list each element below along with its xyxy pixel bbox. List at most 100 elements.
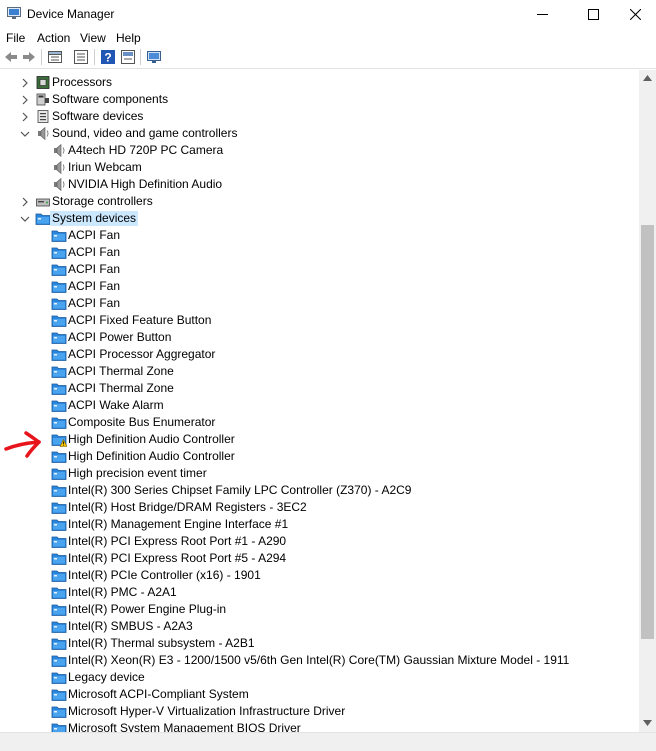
expand-arrow-icon[interactable] [20, 213, 30, 223]
tree-device-row[interactable]: ACPI Processor Aggregator [0, 346, 639, 363]
tree-device-row[interactable]: Microsoft ACPI-Compliant System [0, 686, 639, 703]
collapse-arrow-icon[interactable] [20, 94, 30, 105]
tree-device-row[interactable]: ACPI Fan [0, 261, 639, 278]
tree-device-row[interactable]: ACPI Thermal Zone [0, 380, 639, 397]
properties-sheet-icon[interactable] [47, 49, 63, 65]
tree-device-row[interactable]: High Definition Audio Controller [0, 448, 639, 465]
tree-category-row[interactable]: Processors [0, 74, 639, 91]
tree-row-label[interactable]: ACPI Power Button [66, 330, 173, 345]
tree-row-label[interactable]: ACPI Fan [66, 245, 122, 260]
expand-arrow-icon[interactable] [20, 128, 30, 138]
tree-row-label[interactable]: Software components [50, 92, 170, 107]
tree-device-row[interactable]: Intel(R) SMBUS - A2A3 [0, 618, 639, 635]
tree-device-row[interactable]: Intel(R) Xeon(R) E3 - 1200/1500 v5/6th G… [0, 652, 639, 669]
tree-device-row[interactable]: Composite Bus Enumerator [0, 414, 639, 431]
tree-row-label[interactable]: Intel(R) Host Bridge/DRAM Registers - 3E… [66, 500, 309, 515]
tree-device-row[interactable]: ACPI Wake Alarm [0, 397, 639, 414]
tree-row-label[interactable]: Intel(R) PCI Express Root Port #1 - A290 [66, 534, 288, 549]
tree-row-label[interactable]: Composite Bus Enumerator [66, 415, 217, 430]
tree-row-label[interactable]: Intel(R) SMBUS - A2A3 [66, 619, 195, 634]
menu-view[interactable]: View [80, 31, 106, 45]
tree-row-label[interactable]: Legacy device [66, 670, 147, 685]
tree-device-row[interactable]: Intel(R) PMC - A2A1 [0, 584, 639, 601]
tree-device-row[interactable]: High Definition Audio Controller [0, 431, 639, 448]
tree-row-label[interactable]: Microsoft Hyper-V Virtualization Infrast… [66, 704, 347, 719]
device-tree[interactable]: Processors Software components Software de… [0, 74, 639, 732]
collapse-arrow-icon[interactable] [20, 77, 30, 88]
tree-row-label[interactable]: ACPI Fixed Feature Button [66, 313, 213, 328]
tree-device-row[interactable]: Intel(R) PCI Express Root Port #5 - A294 [0, 550, 639, 567]
tree-category-row[interactable]: Software devices [0, 108, 639, 125]
scroll-up-icon[interactable] [643, 75, 652, 81]
menu-help[interactable]: Help [116, 31, 141, 45]
tree-device-row[interactable]: ACPI Fan [0, 295, 639, 312]
tree-device-row[interactable]: Intel(R) Host Bridge/DRAM Registers - 3E… [0, 499, 639, 516]
tree-device-row[interactable]: Intel(R) Power Engine Plug-in [0, 601, 639, 618]
tree-row-label[interactable]: Sound, video and game controllers [50, 126, 239, 141]
tree-device-row[interactable]: ACPI Fan [0, 227, 639, 244]
tree-device-row[interactable]: Legacy device [0, 669, 639, 686]
tree-row-label[interactable]: Intel(R) PCIe Controller (x16) - 1901 [66, 568, 263, 583]
tree-row-label[interactable]: ACPI Thermal Zone [66, 381, 176, 396]
tree-row-label[interactable]: Intel(R) Power Engine Plug-in [66, 602, 228, 617]
tree-row-label[interactable]: Storage controllers [50, 194, 155, 209]
tree-row-label[interactable]: A4tech HD 720P PC Camera [66, 143, 225, 158]
tree-device-row[interactable]: Intel(R) 300 Series Chipset Family LPC C… [0, 482, 639, 499]
tree-row-label[interactable]: ACPI Fan [66, 296, 122, 311]
monitor-icon[interactable] [146, 49, 162, 65]
tree-device-row[interactable]: Iriun Webcam [0, 159, 639, 176]
forward-icon[interactable] [21, 49, 37, 65]
tree-row-label[interactable]: Microsoft System Management BIOS Driver [66, 721, 303, 732]
menu-action[interactable]: Action [37, 31, 70, 45]
refresh-icon[interactable] [120, 49, 136, 65]
tree-device-row[interactable]: High precision event timer [0, 465, 639, 482]
tree-row-label[interactable]: High precision event timer [66, 466, 209, 481]
tree-row-label[interactable]: Processors [50, 75, 114, 90]
scrollbar-thumb[interactable] [641, 225, 654, 639]
tree-row-label[interactable]: Intel(R) PMC - A2A1 [66, 585, 179, 600]
tree-device-row[interactable]: ACPI Power Button [0, 329, 639, 346]
scroll-down-icon[interactable] [643, 720, 652, 726]
tree-device-row[interactable]: A4tech HD 720P PC Camera [0, 142, 639, 159]
tree-device-row[interactable]: Microsoft Hyper-V Virtualization Infrast… [0, 703, 639, 720]
tree-device-row[interactable]: Intel(R) Thermal subsystem - A2B1 [0, 635, 639, 652]
tree-row-label[interactable]: Iriun Webcam [66, 160, 144, 175]
tree-row-label[interactable]: ACPI Wake Alarm [66, 398, 166, 413]
tree-device-row[interactable]: ACPI Fixed Feature Button [0, 312, 639, 329]
back-icon[interactable] [3, 49, 19, 65]
minimize-button[interactable] [519, 0, 565, 28]
tree-row-label[interactable]: High Definition Audio Controller [66, 449, 237, 464]
tree-category-row[interactable]: Storage controllers [0, 193, 639, 210]
tree-row-label[interactable]: ACPI Fan [66, 228, 122, 243]
tree-row-label[interactable]: Intel(R) Management Engine Interface #1 [66, 517, 290, 532]
tree-device-row[interactable]: Intel(R) PCIe Controller (x16) - 1901 [0, 567, 639, 584]
tree-row-label[interactable]: Intel(R) PCI Express Root Port #5 - A294 [66, 551, 288, 566]
tree-row-label[interactable]: ACPI Thermal Zone [66, 364, 176, 379]
tree-category-row[interactable]: System devices [0, 210, 639, 227]
tree-device-row[interactable]: Intel(R) Management Engine Interface #1 [0, 516, 639, 533]
tree-row-label[interactable]: System devices [50, 211, 139, 226]
maximize-button[interactable] [570, 0, 616, 28]
menu-file[interactable]: File [6, 31, 25, 45]
help-icon[interactable]: ? [100, 49, 116, 65]
tree-row-label[interactable]: ACPI Fan [66, 262, 122, 277]
tree-row-label[interactable]: ACPI Processor Aggregator [66, 347, 217, 362]
tree-row-label[interactable]: Software devices [50, 109, 145, 124]
tree-row-label[interactable]: ACPI Fan [66, 279, 122, 294]
tree-row-label[interactable]: High Definition Audio Controller [66, 432, 237, 447]
tree-category-row[interactable]: Software components [0, 91, 639, 108]
tree-device-row[interactable]: ACPI Fan [0, 278, 639, 295]
tree-row-label[interactable]: Microsoft ACPI-Compliant System [66, 687, 251, 702]
tree-device-row[interactable]: NVIDIA High Definition Audio [0, 176, 639, 193]
tree-device-row[interactable]: ACPI Fan [0, 244, 639, 261]
vertical-scrollbar[interactable] [639, 70, 656, 732]
tree-row-label[interactable]: NVIDIA High Definition Audio [66, 177, 224, 192]
tree-row-label[interactable]: Intel(R) Thermal subsystem - A2B1 [66, 636, 257, 651]
tree-row-label[interactable]: Intel(R) Xeon(R) E3 - 1200/1500 v5/6th G… [66, 653, 571, 668]
collapse-arrow-icon[interactable] [20, 196, 30, 207]
tree-device-row[interactable]: ACPI Thermal Zone [0, 363, 639, 380]
tree-row-label[interactable]: Intel(R) 300 Series Chipset Family LPC C… [66, 483, 413, 498]
tree-category-row[interactable]: Sound, video and game controllers [0, 125, 639, 142]
collapse-arrow-icon[interactable] [20, 111, 30, 122]
close-button[interactable] [612, 0, 656, 28]
